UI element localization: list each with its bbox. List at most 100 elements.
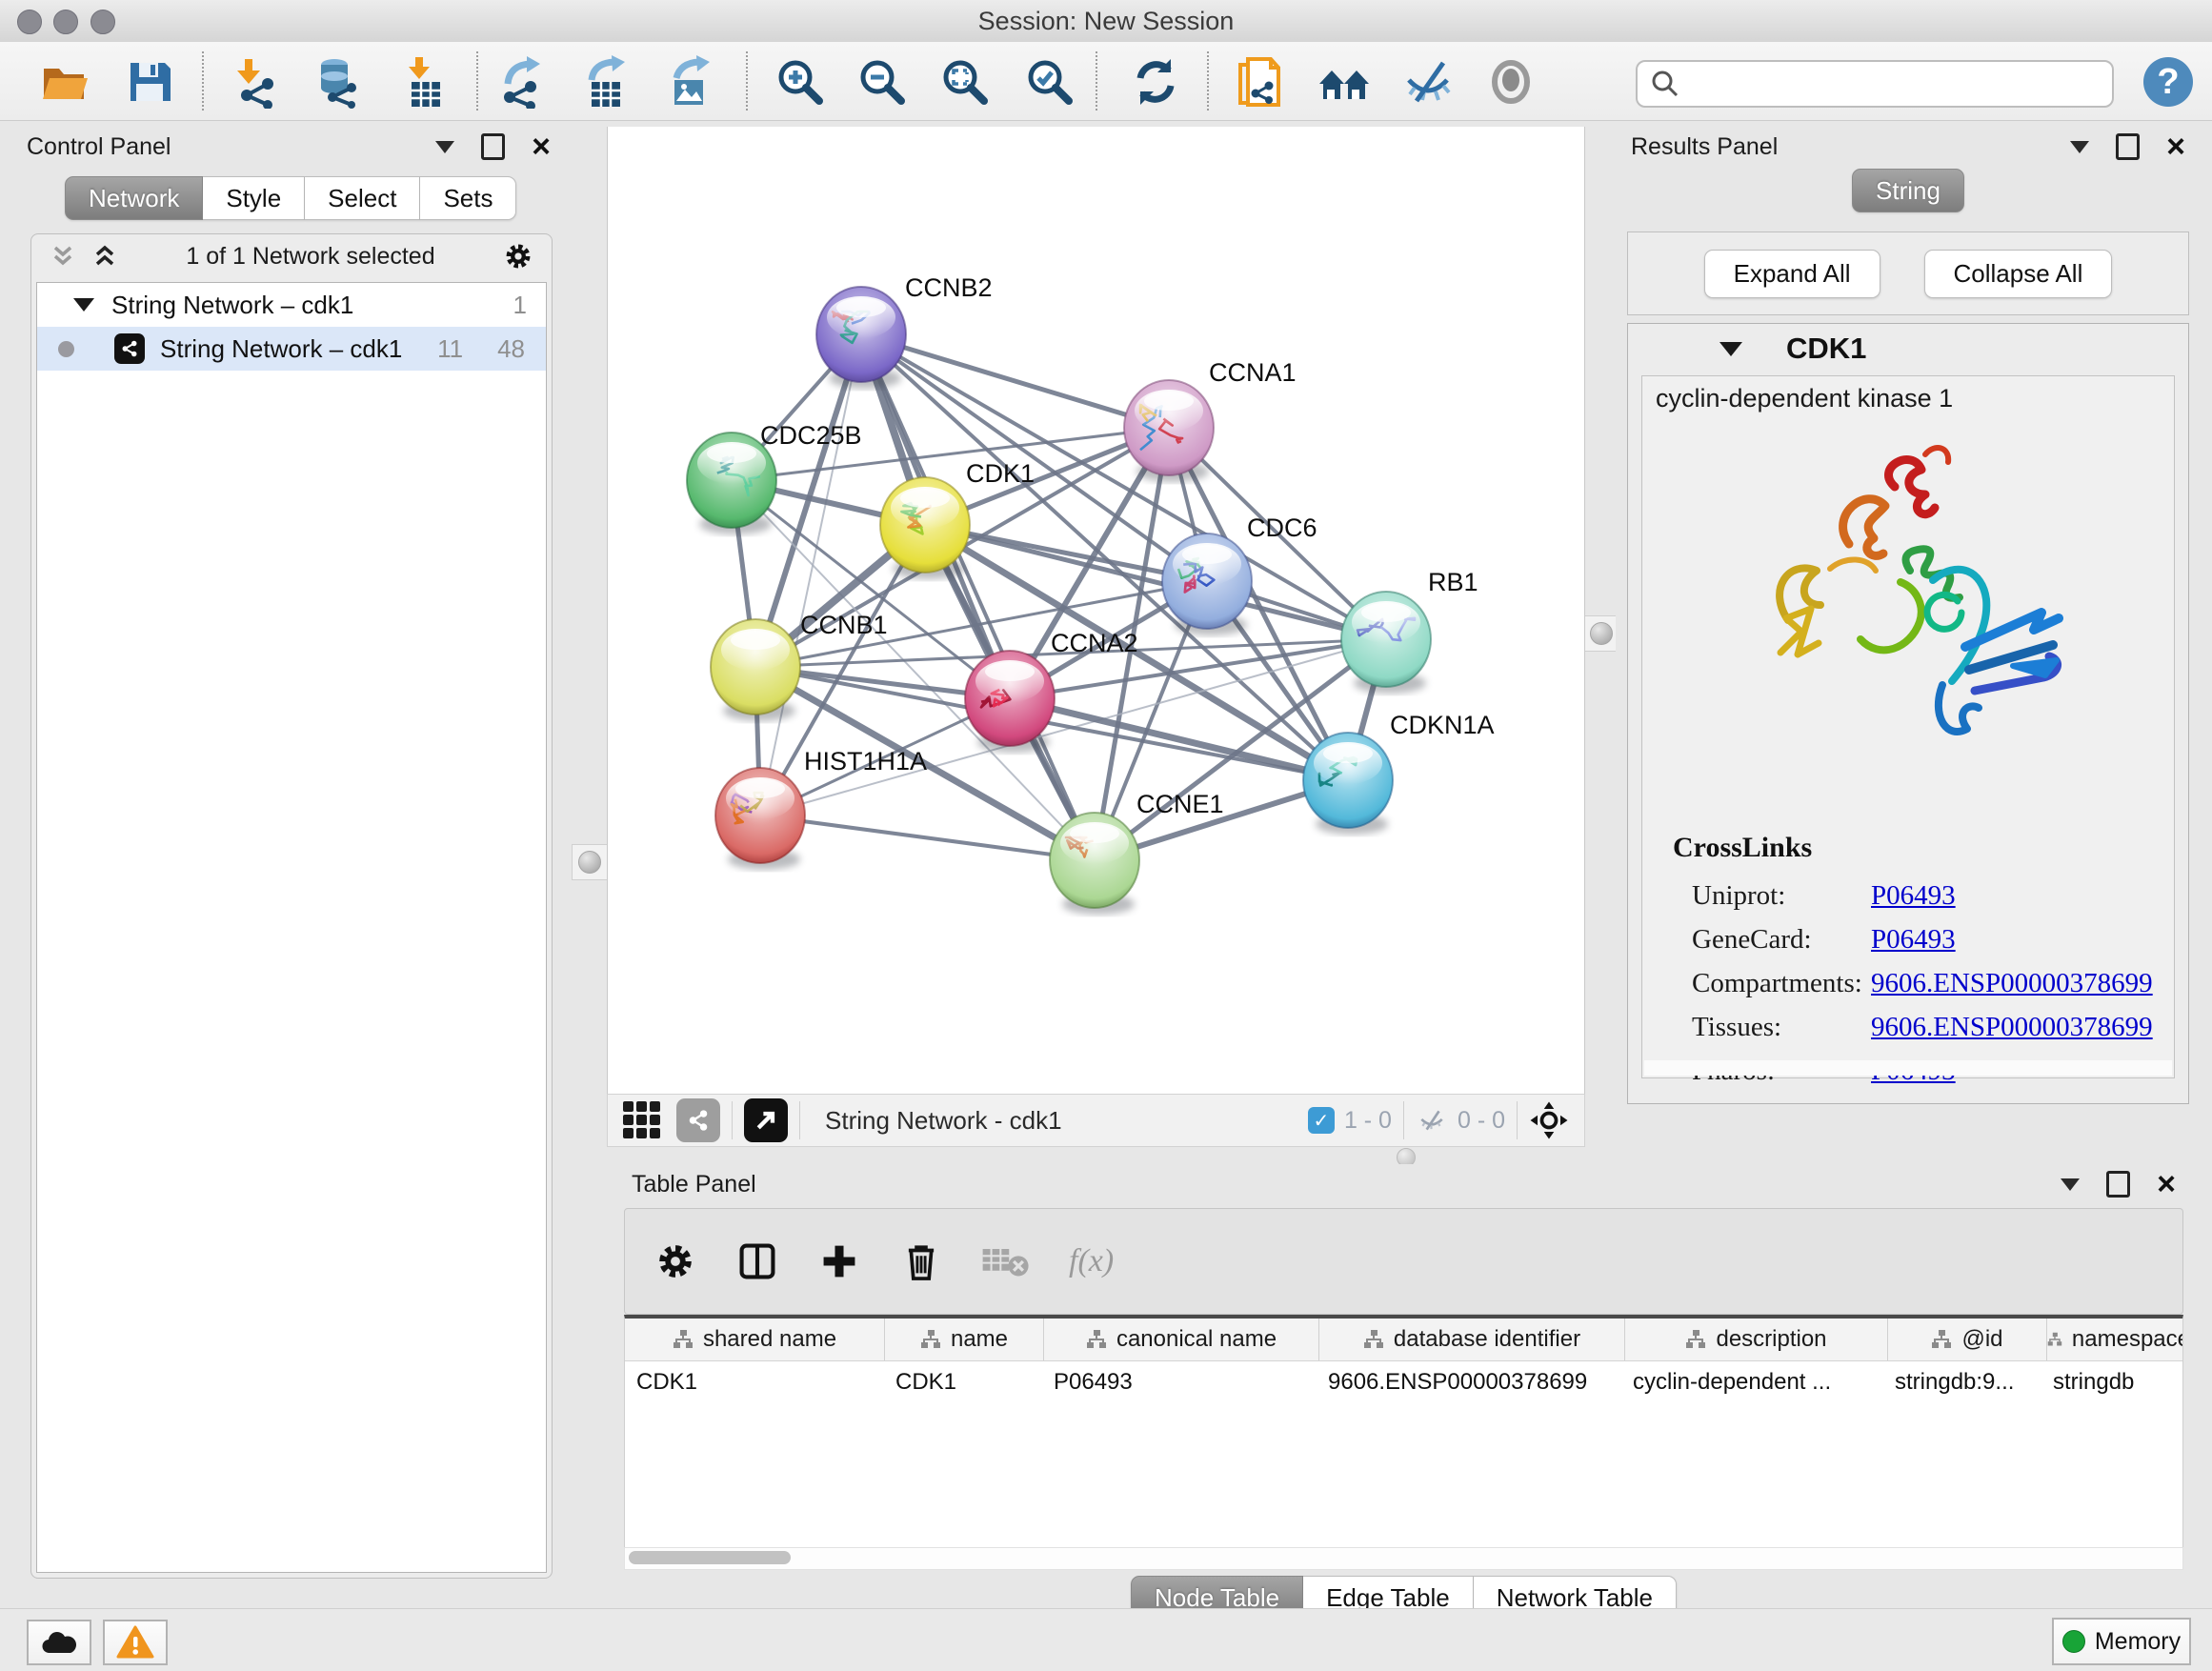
network-node-CCNB1[interactable] bbox=[711, 619, 800, 715]
table-scrollbar-track[interactable] bbox=[624, 1547, 2183, 1570]
network-node-CCNA1[interactable] bbox=[1124, 380, 1214, 475]
zoom-out-button[interactable] bbox=[854, 53, 911, 111]
network-edge[interactable] bbox=[861, 334, 1169, 428]
collapse-all-button[interactable]: Collapse All bbox=[1924, 250, 2113, 298]
refresh-button[interactable] bbox=[1127, 53, 1184, 111]
title-bar: Session: New Session bbox=[0, 0, 2212, 43]
column-header-canonical-name[interactable]: canonical name bbox=[1044, 1319, 1319, 1360]
show-columns-icon[interactable] bbox=[735, 1239, 779, 1283]
expand-all-button[interactable]: Expand All bbox=[1704, 250, 1880, 298]
selected-checkbox-icon[interactable]: ✓ bbox=[1308, 1107, 1335, 1134]
import-network-file-button[interactable] bbox=[230, 53, 287, 111]
collapse-all-icon[interactable] bbox=[49, 242, 77, 271]
tab-network[interactable]: Network bbox=[65, 176, 203, 220]
tab-select[interactable]: Select bbox=[305, 176, 420, 220]
cloud-button[interactable] bbox=[27, 1620, 91, 1665]
results-scrollbar-track[interactable] bbox=[1644, 1060, 2172, 1076]
crosslink-link[interactable]: P06493 bbox=[1871, 924, 1956, 956]
panel-menu-icon[interactable] bbox=[2070, 141, 2089, 153]
table-cell[interactable]: 9606.ENSP00000378699 bbox=[1317, 1361, 1621, 1403]
save-session-button[interactable] bbox=[121, 53, 178, 111]
crosslink-link[interactable]: 9606.ENSP00000378699 bbox=[1871, 968, 2153, 999]
show-panel-button[interactable] bbox=[1482, 53, 1539, 111]
close-panel-icon[interactable]: × bbox=[2157, 1175, 2176, 1194]
float-panel-icon[interactable] bbox=[2116, 133, 2140, 160]
network-graph[interactable]: CCNB2CCNA1CDC25BCDK1CDC6RB1CCNB1CCNA2CDK… bbox=[608, 127, 1584, 1094]
zoom-fit-icon bbox=[938, 55, 992, 109]
panel-menu-icon[interactable] bbox=[2061, 1178, 2080, 1191]
column-header-namespace[interactable]: namespace bbox=[2047, 1319, 2183, 1360]
gene-expander-icon[interactable] bbox=[1719, 342, 1742, 356]
export-network-button[interactable] bbox=[494, 53, 552, 111]
import-table-button[interactable] bbox=[396, 53, 453, 111]
collection-expander-icon[interactable] bbox=[73, 298, 94, 312]
network-view-type-button[interactable] bbox=[676, 1098, 720, 1142]
network-node-CCNE1[interactable] bbox=[1050, 813, 1139, 908]
import-network-database-button[interactable] bbox=[310, 53, 367, 111]
network-view-canvas[interactable]: CCNB2CCNA1CDC25BCDK1CDC6RB1CCNB1CCNA2CDK… bbox=[607, 127, 1585, 1095]
tab-style[interactable]: Style bbox=[203, 176, 305, 220]
table-scrollbar-thumb[interactable] bbox=[629, 1551, 791, 1564]
table-options-gear-icon[interactable] bbox=[654, 1239, 697, 1283]
hide-panel-button[interactable] bbox=[1399, 53, 1457, 111]
table-cell[interactable]: cyclin-dependent ... bbox=[1621, 1361, 1883, 1403]
search-icon bbox=[1649, 68, 1681, 100]
left-splitter-handle[interactable] bbox=[572, 844, 608, 880]
crosslink-link[interactable]: 9606.ENSP00000378699 bbox=[1871, 1012, 2153, 1043]
network-edge[interactable] bbox=[861, 334, 1095, 860]
column-header-@id[interactable]: @id bbox=[1888, 1319, 2047, 1360]
expand-all-icon[interactable] bbox=[90, 242, 119, 271]
export-table-button[interactable] bbox=[578, 53, 635, 111]
network-node-HIST1H1A[interactable] bbox=[715, 768, 805, 863]
birds-eye-view-icon[interactable] bbox=[1529, 1100, 1569, 1140]
close-panel-icon[interactable]: × bbox=[532, 137, 551, 156]
zoom-in-button[interactable] bbox=[772, 53, 829, 111]
column-header-name[interactable]: name bbox=[885, 1319, 1044, 1360]
network-row-selected[interactable]: String Network – cdk1 11 48 bbox=[37, 327, 546, 371]
warning-button[interactable] bbox=[103, 1620, 168, 1665]
right-splitter-handle[interactable] bbox=[1583, 615, 1619, 652]
tab-sets[interactable]: Sets bbox=[420, 176, 516, 220]
table-cell[interactable]: stringdb:9... bbox=[1883, 1361, 2041, 1403]
network-node-CCNB2[interactable] bbox=[816, 287, 906, 382]
table-cell[interactable]: CDK1 bbox=[625, 1361, 884, 1403]
network-collection-row[interactable]: String Network – cdk1 1 bbox=[37, 283, 546, 327]
add-column-plus-icon[interactable] bbox=[817, 1239, 861, 1283]
open-in-new-window-button[interactable] bbox=[744, 1098, 788, 1142]
memory-button[interactable]: Memory bbox=[2052, 1618, 2191, 1665]
network-edge[interactable] bbox=[760, 334, 861, 815]
table-cell[interactable]: P06493 bbox=[1042, 1361, 1317, 1403]
zoom-selected-button[interactable] bbox=[1021, 53, 1078, 111]
network-node-RB1[interactable] bbox=[1341, 592, 1431, 687]
panel-menu-icon[interactable] bbox=[435, 141, 454, 153]
crosslink-link[interactable]: P06493 bbox=[1871, 880, 1956, 912]
network-node-CDKN1A[interactable] bbox=[1303, 733, 1393, 828]
delete-trash-icon[interactable] bbox=[899, 1239, 943, 1283]
network-edge[interactable] bbox=[760, 815, 1095, 860]
string-home-button[interactable] bbox=[1316, 53, 1373, 111]
save-icon bbox=[123, 55, 176, 109]
column-header-description[interactable]: description bbox=[1625, 1319, 1888, 1360]
export-table-icon bbox=[580, 55, 633, 109]
network-node-CDC6[interactable] bbox=[1162, 534, 1252, 629]
table-row[interactable]: CDK1CDK1P064939606.ENSP00000378699cyclin… bbox=[625, 1361, 2182, 1403]
float-panel-icon[interactable] bbox=[2106, 1171, 2130, 1198]
open-session-button[interactable] bbox=[36, 53, 93, 111]
table-cell[interactable]: stringdb bbox=[2041, 1361, 2183, 1403]
export-image-button[interactable] bbox=[661, 53, 718, 111]
import-string-network-button[interactable] bbox=[1231, 53, 1288, 111]
search-input[interactable] bbox=[1681, 66, 2112, 102]
column-header-shared-name[interactable]: shared name bbox=[625, 1319, 885, 1360]
network-node-CCNA2[interactable] bbox=[965, 651, 1055, 746]
zoom-fit-button[interactable] bbox=[936, 53, 994, 111]
network-node-CDK1[interactable] bbox=[880, 477, 970, 573]
table-cell[interactable]: CDK1 bbox=[884, 1361, 1042, 1403]
network-options-gear-icon[interactable] bbox=[502, 240, 534, 272]
close-panel-icon[interactable]: × bbox=[2166, 137, 2185, 156]
crosslink-label: GeneCard: bbox=[1692, 924, 1871, 956]
help-button[interactable]: ? bbox=[2140, 53, 2197, 111]
tab-string[interactable]: String bbox=[1852, 169, 1964, 212]
column-header-database-identifier[interactable]: database identifier bbox=[1319, 1319, 1625, 1360]
grid-view-button[interactable] bbox=[621, 1099, 663, 1141]
float-panel-icon[interactable] bbox=[481, 133, 505, 160]
